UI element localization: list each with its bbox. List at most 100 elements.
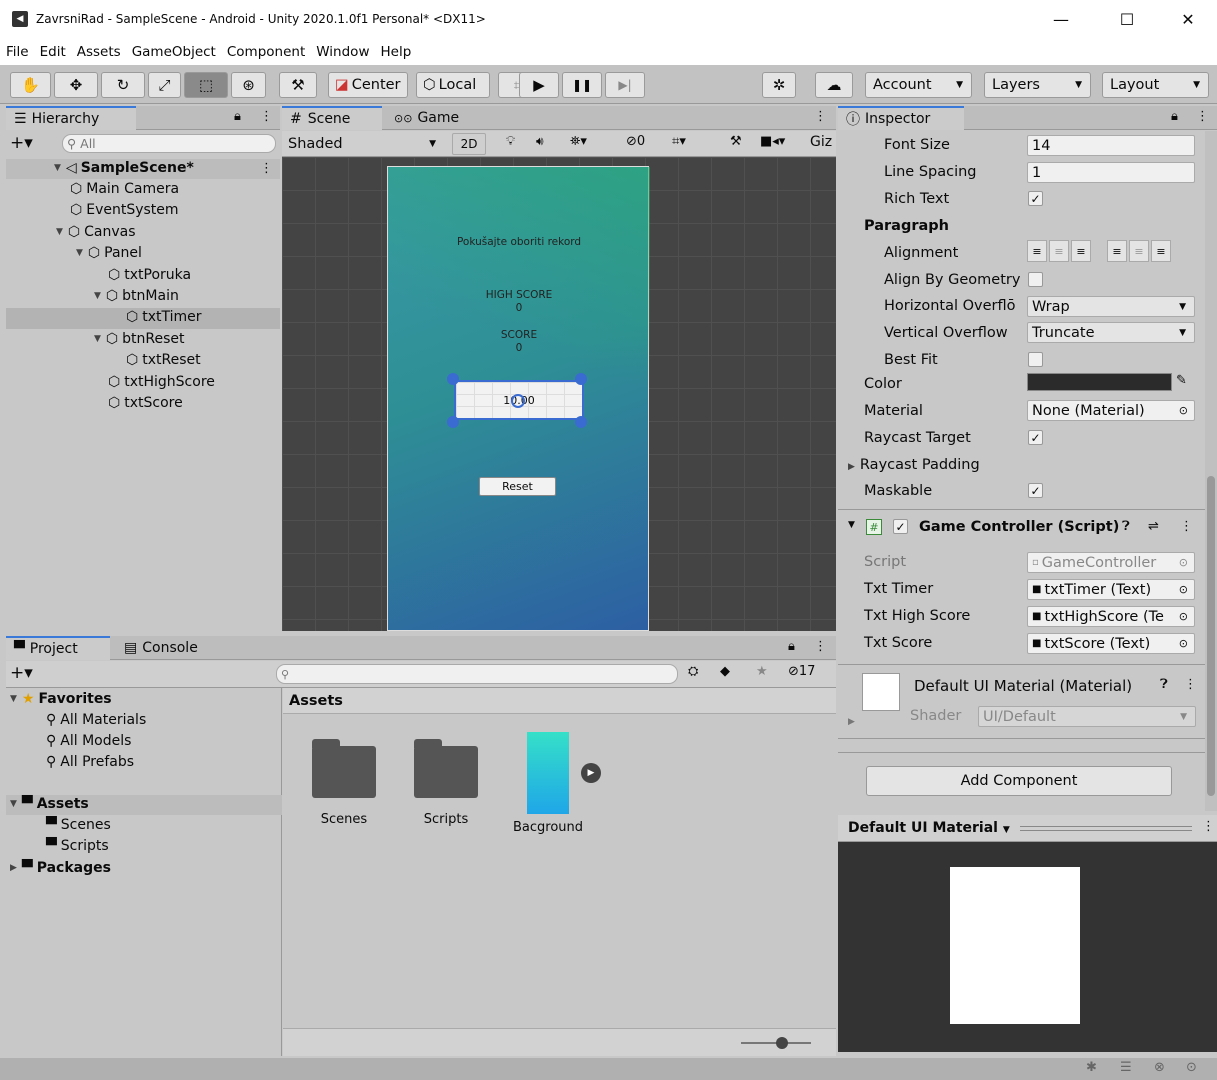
expand-arrow-icon[interactable]: ▼ [56,227,63,237]
pivot-handle[interactable] [511,394,525,408]
txt-timer-field[interactable]: ■ txtTimer (Text) ⊙ [1027,579,1195,600]
more-options-icon[interactable]: ⋮ [1184,677,1197,692]
camera-icon[interactable]: ■◂▾ [760,134,785,149]
collab-icon[interactable]: ✲ [762,72,796,98]
align-right-icon[interactable]: ≡ [1071,240,1091,262]
tools-icon[interactable]: ⚒ [730,134,742,149]
effects-toggle-icon[interactable]: ⛯▾ [570,134,587,149]
menu-file[interactable]: File [6,44,29,60]
inspector-scrollbar[interactable] [1205,131,1217,811]
align-bottom-icon[interactable]: ≡ [1151,240,1171,262]
transform-tool-icon[interactable]: ⊛ [231,72,266,98]
rect-tool-icon[interactable]: ⬚ [184,72,228,98]
line-spacing-field[interactable]: 1 [1027,162,1195,183]
play-button[interactable]: ▶ [519,72,559,98]
expand-sprite-icon[interactable]: ▶ [581,763,601,783]
scene-viewport[interactable]: Pokušajte oboriti rekord HIGH SCORE 0 SC… [282,157,836,631]
create-asset-button[interactable]: +▾ [10,663,33,683]
presets-icon[interactable]: ⇌ [1148,519,1159,534]
txt-highscore-field[interactable]: ■ txtHighScore (Te ⊙ [1027,606,1195,627]
align-middle-icon[interactable]: ≡ [1129,240,1149,262]
tab-inspector[interactable]: ⓘ Inspector [838,106,964,130]
tab-console[interactable]: ▤ Console [116,636,226,660]
object-picker-icon[interactable]: ⊙ [1179,610,1188,623]
pivot-center-button[interactable]: ◪ Center [328,72,408,98]
add-component-button[interactable]: Add Component [866,766,1172,796]
raycast-target-checkbox[interactable]: ✓ [1028,430,1043,445]
scene-root[interactable]: ▼ ◁ SampleScene* [54,160,194,176]
hierarchy-item[interactable]: ▼ ⬡ btnMain [94,288,179,304]
cloud-icon[interactable]: ☁ [815,72,853,98]
scenes-folder[interactable]: ▀ Scenes [46,817,111,833]
favorite-star-icon[interactable]: ★ [756,664,768,679]
move-tool-icon[interactable]: ✥ [54,72,98,98]
maximize-button[interactable]: ☐ [1104,0,1150,38]
audio-toggle-icon[interactable]: 🔊︎ [536,134,544,149]
bug-icon[interactable]: ✱ [1086,1060,1097,1075]
hierarchy-item[interactable]: ⬡ txtReset [126,352,201,368]
material-field[interactable]: None (Material) ⊙ [1027,400,1195,421]
hand-tool-icon[interactable]: ✋ [10,72,51,98]
more-options-icon[interactable]: ⋮ [1196,109,1209,124]
menu-gameobject[interactable]: GameObject [132,44,216,60]
menu-window[interactable]: Window [316,44,369,60]
asset-scripts[interactable]: Scripts [411,738,481,827]
asset-breadcrumb[interactable]: Assets [289,693,343,709]
add-object-button[interactable]: +▾ [10,133,33,153]
rich-text-checkbox[interactable]: ✓ [1028,191,1043,206]
resize-handle[interactable] [447,373,459,385]
hierarchy-item[interactable]: ⬡ txtTimer [126,309,202,325]
menu-help[interactable]: Help [380,44,411,60]
more-options-icon[interactable]: ⋮ [814,639,827,654]
network-icon[interactable]: ☰ [1120,1060,1132,1075]
align-center-icon[interactable]: ≡ [1049,240,1069,262]
preview-title[interactable]: Default UI Material ▼ [848,820,1010,836]
lock-icon[interactable]: 🔒︎ [1171,109,1178,124]
tab-game[interactable]: ⊙⊙ Game [386,106,466,130]
menu-component[interactable]: Component [227,44,305,60]
fav-all-materials[interactable]: ⚲ All Materials [46,712,146,728]
fav-all-prefabs[interactable]: ⚲ All Prefabs [46,754,134,770]
help-icon[interactable]: ❓︎ [1160,677,1168,692]
pivot-local-button[interactable]: ⬡ Local [416,72,490,98]
align-by-geometry-checkbox[interactable] [1028,272,1043,287]
preview-drag-handle[interactable] [1020,826,1192,831]
asset-scenes[interactable]: Scenes [309,738,379,827]
project-search-input[interactable]: ⚲ [276,664,678,684]
layout-dropdown[interactable]: Layout ▼ [1102,72,1209,98]
tab-project[interactable]: ▀ Project [6,636,110,660]
more-options-icon[interactable]: ⋮ [814,109,827,124]
align-left-icon[interactable]: ≡ [1027,240,1047,262]
filter-by-label-icon[interactable]: ◆ [720,664,730,679]
scale-tool-icon[interactable]: ⤢ [148,72,181,98]
vertical-overflow-dropdown[interactable]: Truncate ▼ [1027,322,1195,343]
more-options-icon[interactable]: ⋮ [1180,519,1193,534]
account-dropdown[interactable]: Account ▼ [865,72,972,98]
favorites-folder[interactable]: ▼ ★ Favorites [10,691,112,707]
hierarchy-item[interactable]: ▼ ⬡ Canvas [56,224,136,240]
hierarchy-item[interactable]: ⬡ Main Camera [70,181,179,197]
pause-button[interactable]: ❚❚ [562,72,602,98]
component-enabled-checkbox[interactable]: ✓ [893,519,908,534]
maskable-checkbox[interactable]: ✓ [1028,483,1043,498]
help-icon[interactable]: ❓︎ [1122,519,1130,534]
lighting-icon[interactable]: ⊗ [1154,1060,1165,1075]
hierarchy-item[interactable]: ⬡ txtHighScore [108,374,215,390]
object-picker-icon[interactable]: ⊙ [1179,583,1188,596]
more-options-icon[interactable]: ⋮ [1202,819,1215,834]
shading-mode-dropdown[interactable]: Shaded ▼ [284,133,444,154]
lock-icon[interactable]: 🔒︎ [788,639,795,654]
hierarchy-item[interactable]: ⬡ EventSystem [70,202,179,218]
hidden-packages-icon[interactable]: ⊘17 [788,664,815,679]
expand-arrow-icon[interactable]: ▶ [848,717,855,727]
resize-handle[interactable] [447,416,459,428]
hidden-objects-icon[interactable]: ⊘0 [626,134,645,149]
layers-dropdown[interactable]: Layers ▼ [984,72,1091,98]
expand-arrow-icon[interactable]: ▼ [76,248,83,258]
menu-edit[interactable]: Edit [40,44,66,60]
grid-toggle-icon[interactable]: ⌗▾ [672,134,686,149]
hierarchy-item[interactable]: ⬡ txtPoruka [108,267,191,283]
expand-arrow-icon[interactable]: ▼ [94,334,101,344]
txt-score-field[interactable]: ■ txtScore (Text) ⊙ [1027,633,1195,654]
hierarchy-item[interactable]: ▼ ⬡ Panel [76,245,142,261]
